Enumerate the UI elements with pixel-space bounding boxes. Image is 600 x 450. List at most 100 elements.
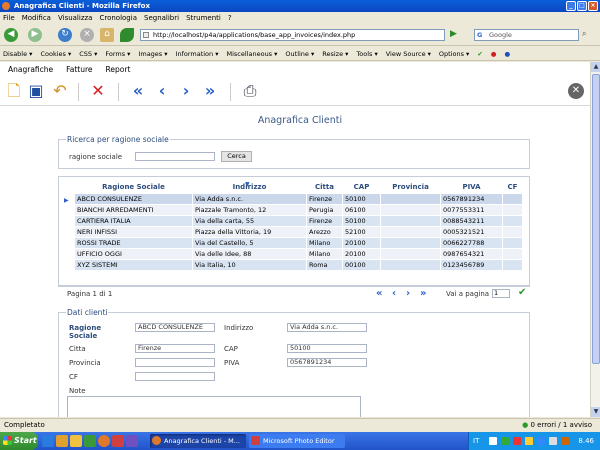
wd-resize[interactable]: Resize ▾ xyxy=(322,50,348,58)
table-row[interactable]: XYZ SISTEMI Via Italia, 10 Roma 00100 01… xyxy=(74,258,523,271)
piva-field[interactable]: 0567891234 xyxy=(287,358,367,367)
pager-prev-icon[interactable]: ‹ xyxy=(392,288,396,299)
wd-tools[interactable]: Tools ▾ xyxy=(356,50,377,58)
ragione-sociale-field[interactable]: ABCD CONSULENZE xyxy=(135,323,215,332)
table-row[interactable]: ROSSI TRADE Via del Castello, 5 Milano 2… xyxy=(74,236,523,249)
app-menu-anagrafiche[interactable]: Anagrafiche xyxy=(8,65,53,74)
table-row[interactable]: UFFICIO OGGI Via delle Idee, 88 Milano 2… xyxy=(74,247,523,260)
clock[interactable]: 8.46 xyxy=(578,432,594,450)
error-icon[interactable]: ● xyxy=(491,50,497,58)
cf-field[interactable] xyxy=(135,372,215,381)
col-provincia[interactable]: Provincia xyxy=(381,181,441,193)
scroll-thumb[interactable] xyxy=(592,74,600,364)
indirizzo-field[interactable]: Via Adda s.n.c. xyxy=(287,323,367,332)
tray-misc-icon[interactable] xyxy=(561,437,569,445)
quicklaunch-desktop-icon[interactable] xyxy=(42,435,54,447)
wd-view-source[interactable]: View Source ▾ xyxy=(386,50,431,58)
table-row[interactable]: NERI INFISSI Piazza della Vittoria, 19 A… xyxy=(74,225,523,238)
validate-ok-icon[interactable]: ✔ xyxy=(477,50,482,58)
col-ragione-sociale[interactable]: Ragione Sociale xyxy=(75,181,193,193)
quicklaunch-app-icon[interactable] xyxy=(84,435,96,447)
table-row[interactable]: ABCD CONSULENZE Via Adda s.n.c. Firenze … xyxy=(74,192,523,205)
stop-icon[interactable]: × xyxy=(80,28,94,42)
menu-file[interactable]: File xyxy=(3,14,15,22)
quicklaunch-explorer-icon[interactable] xyxy=(56,435,68,447)
ragione-sociale-search-input[interactable] xyxy=(135,152,215,161)
home-icon[interactable]: ⌂ xyxy=(100,28,114,42)
app-menu-fatture[interactable]: Fatture xyxy=(66,65,92,74)
tray-icon[interactable] xyxy=(489,437,497,445)
pager-first-icon[interactable]: « xyxy=(376,288,382,299)
pager-next-icon[interactable]: › xyxy=(406,288,410,299)
table-row[interactable]: CARTIERA ITALIA Via della carta, 55 Fire… xyxy=(74,214,523,227)
language-indicator[interactable]: IT xyxy=(473,432,479,450)
col-indirizzo[interactable]: Indirizzo xyxy=(193,181,307,193)
quicklaunch-media-icon[interactable] xyxy=(112,435,124,447)
url-bar[interactable]: http://localhost/p4a/applications/base_a… xyxy=(140,29,445,41)
wd-information[interactable]: Information ▾ xyxy=(176,50,219,58)
col-cap[interactable]: CAP xyxy=(343,181,381,193)
col-citta[interactable]: Citta xyxy=(307,181,343,193)
provincia-field[interactable] xyxy=(135,358,215,367)
close-window-icon[interactable]: × xyxy=(588,1,598,11)
tray-bluetooth-icon[interactable] xyxy=(537,437,545,445)
addon-leaf-icon[interactable] xyxy=(120,28,134,42)
go-arrow-icon[interactable]: ▶ xyxy=(450,29,462,41)
pager-last-icon[interactable]: » xyxy=(420,288,426,299)
back-arrow-icon[interactable]: ◀ xyxy=(4,28,18,42)
tray-network-icon[interactable] xyxy=(501,437,509,445)
col-piva[interactable]: PIVA xyxy=(441,181,503,193)
previous-record-icon[interactable]: ‹ xyxy=(152,81,172,101)
task-firefox[interactable]: Anagrafica Clienti - M... xyxy=(150,434,246,448)
search-input[interactable]: G Google xyxy=(474,29,579,41)
cerca-button[interactable]: Cerca xyxy=(221,151,252,162)
search-magnifier-icon[interactable]: ⌕ xyxy=(582,29,586,39)
menu-visualizza[interactable]: Visualizza xyxy=(58,14,92,22)
minimize-icon[interactable]: _ xyxy=(566,1,576,11)
menu-strumenti[interactable]: Strumenti xyxy=(186,14,221,22)
new-record-icon[interactable]: 🗋 xyxy=(4,81,24,101)
wd-images[interactable]: Images ▾ xyxy=(138,50,167,58)
task-photo-editor[interactable]: Microsoft Photo Editor xyxy=(249,434,345,448)
save-icon[interactable]: ▣ xyxy=(26,81,46,101)
info-icon[interactable]: ● xyxy=(504,50,510,58)
menu-help[interactable]: ? xyxy=(228,14,232,22)
col-cf[interactable]: CF xyxy=(503,181,523,193)
menu-segnalibri[interactable]: Segnalibri xyxy=(144,14,179,22)
wd-options[interactable]: Options ▾ xyxy=(439,50,469,58)
app-menu-report[interactable]: Report xyxy=(106,65,131,74)
wd-miscellaneous[interactable]: Miscellaneous ▾ xyxy=(227,50,278,58)
goto-page-confirm-icon[interactable]: ✔ xyxy=(518,287,526,298)
next-record-icon[interactable]: › xyxy=(176,81,196,101)
wd-outline[interactable]: Outline ▾ xyxy=(285,50,314,58)
note-textarea[interactable] xyxy=(67,396,361,417)
first-record-icon[interactable]: « xyxy=(128,81,148,101)
wd-forms[interactable]: Forms ▾ xyxy=(105,50,130,58)
quicklaunch-folder-icon[interactable] xyxy=(70,435,82,447)
start-button[interactable]: Start xyxy=(0,432,38,450)
print-icon[interactable]: ⎙ xyxy=(240,81,260,101)
quicklaunch-extra-icon[interactable] xyxy=(126,435,138,447)
tray-volume-icon[interactable] xyxy=(549,437,557,445)
cap-field[interactable]: 50100 xyxy=(287,344,367,353)
menu-cronologia[interactable]: Cronologia xyxy=(99,14,137,22)
tray-app-icon[interactable] xyxy=(525,437,533,445)
delete-icon[interactable]: ✕ xyxy=(88,81,108,101)
quicklaunch-firefox-icon[interactable] xyxy=(98,435,110,447)
goto-page-input[interactable]: 1 xyxy=(492,289,510,298)
table-row[interactable]: BIANCHI ARREDAMENTI Piazzale Tramonto, 1… xyxy=(74,203,523,216)
maximize-icon[interactable]: □ xyxy=(577,1,587,11)
exit-icon[interactable]: ✕ xyxy=(568,83,584,99)
wd-css[interactable]: CSS ▾ xyxy=(79,50,97,58)
scroll-down-icon[interactable]: ▼ xyxy=(591,407,600,417)
scroll-up-icon[interactable]: ▲ xyxy=(591,62,600,72)
reload-icon[interactable]: ↻ xyxy=(58,28,72,42)
undo-icon[interactable]: ↶ xyxy=(50,81,70,101)
wd-disable[interactable]: Disable ▾ xyxy=(3,50,32,58)
last-record-icon[interactable]: » xyxy=(200,81,220,101)
wd-cookies[interactable]: Cookies ▾ xyxy=(40,50,71,58)
citta-field[interactable]: Firenze xyxy=(135,344,215,353)
page-scrollbar[interactable]: ▲ ▼ xyxy=(590,62,600,417)
menu-modifica[interactable]: Modifica xyxy=(22,14,51,22)
status-errors[interactable]: ● 0 errori / 1 avviso xyxy=(522,419,592,432)
